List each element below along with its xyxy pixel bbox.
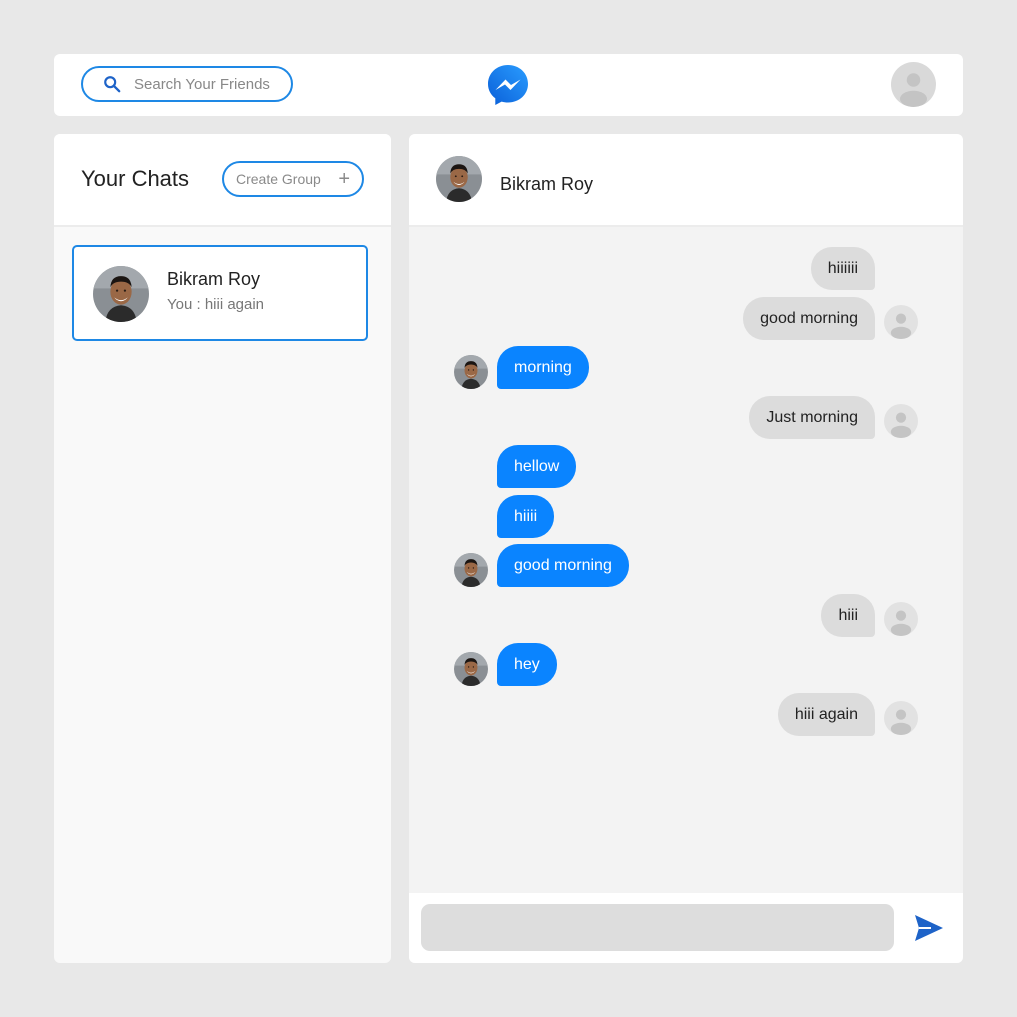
user-avatar-icon (884, 701, 918, 735)
create-group-button[interactable]: Create Group + (222, 161, 364, 197)
user-avatar-icon (891, 62, 936, 107)
user-avatar-icon (884, 305, 918, 339)
contact-avatar (93, 266, 149, 322)
chats-sidebar: Your Chats Create Group + Bikram Roy You… (54, 134, 391, 963)
message-outgoing: Just morning (749, 396, 875, 439)
my-avatar (884, 602, 918, 636)
send-icon[interactable] (914, 914, 944, 942)
message-composer (409, 893, 963, 963)
message-outgoing: good morning (743, 297, 875, 340)
sidebar-title: Your Chats (81, 166, 190, 191)
contact-name: Bikram Roy (500, 174, 594, 194)
chat-item-name: Bikram Roy (167, 269, 261, 289)
top-bar (54, 54, 963, 116)
my-avatar (884, 404, 918, 438)
message-incoming: hey (497, 643, 557, 686)
profile-avatar[interactable] (891, 62, 936, 107)
message-incoming: hiiii (497, 495, 555, 538)
search-box[interactable] (81, 66, 293, 102)
message-incoming: hellow (497, 445, 577, 488)
my-avatar (884, 701, 918, 735)
contact-avatar (436, 156, 482, 202)
message-outgoing: hiiiiii (810, 247, 875, 290)
message-outgoing: hiii again (777, 693, 875, 736)
my-avatar (884, 305, 918, 339)
contact-avatar (454, 355, 488, 389)
search-input[interactable] (132, 74, 286, 94)
user-avatar-icon (884, 404, 918, 438)
sidebar-header: Your Chats Create Group + (54, 134, 391, 227)
messenger-logo-icon (488, 65, 528, 105)
message-input[interactable] (421, 904, 894, 951)
contact-avatar (454, 553, 488, 587)
user-avatar-icon (884, 602, 918, 636)
chat-header: Bikram Roy (409, 134, 963, 227)
chat-item-preview: You : hiii again (167, 296, 265, 313)
message-incoming: good morning (497, 544, 629, 587)
chat-pane: Bikram Roy hiiiiii good morning morning … (409, 134, 963, 963)
search-icon (104, 76, 121, 93)
plus-icon: + (338, 168, 350, 190)
contact-avatar (454, 652, 488, 686)
message-outgoing: hiii (821, 594, 875, 637)
chat-list-item[interactable]: Bikram Roy You : hiii again (72, 245, 368, 341)
message-incoming: morning (497, 346, 589, 389)
create-group-label: Create Group (236, 171, 321, 187)
